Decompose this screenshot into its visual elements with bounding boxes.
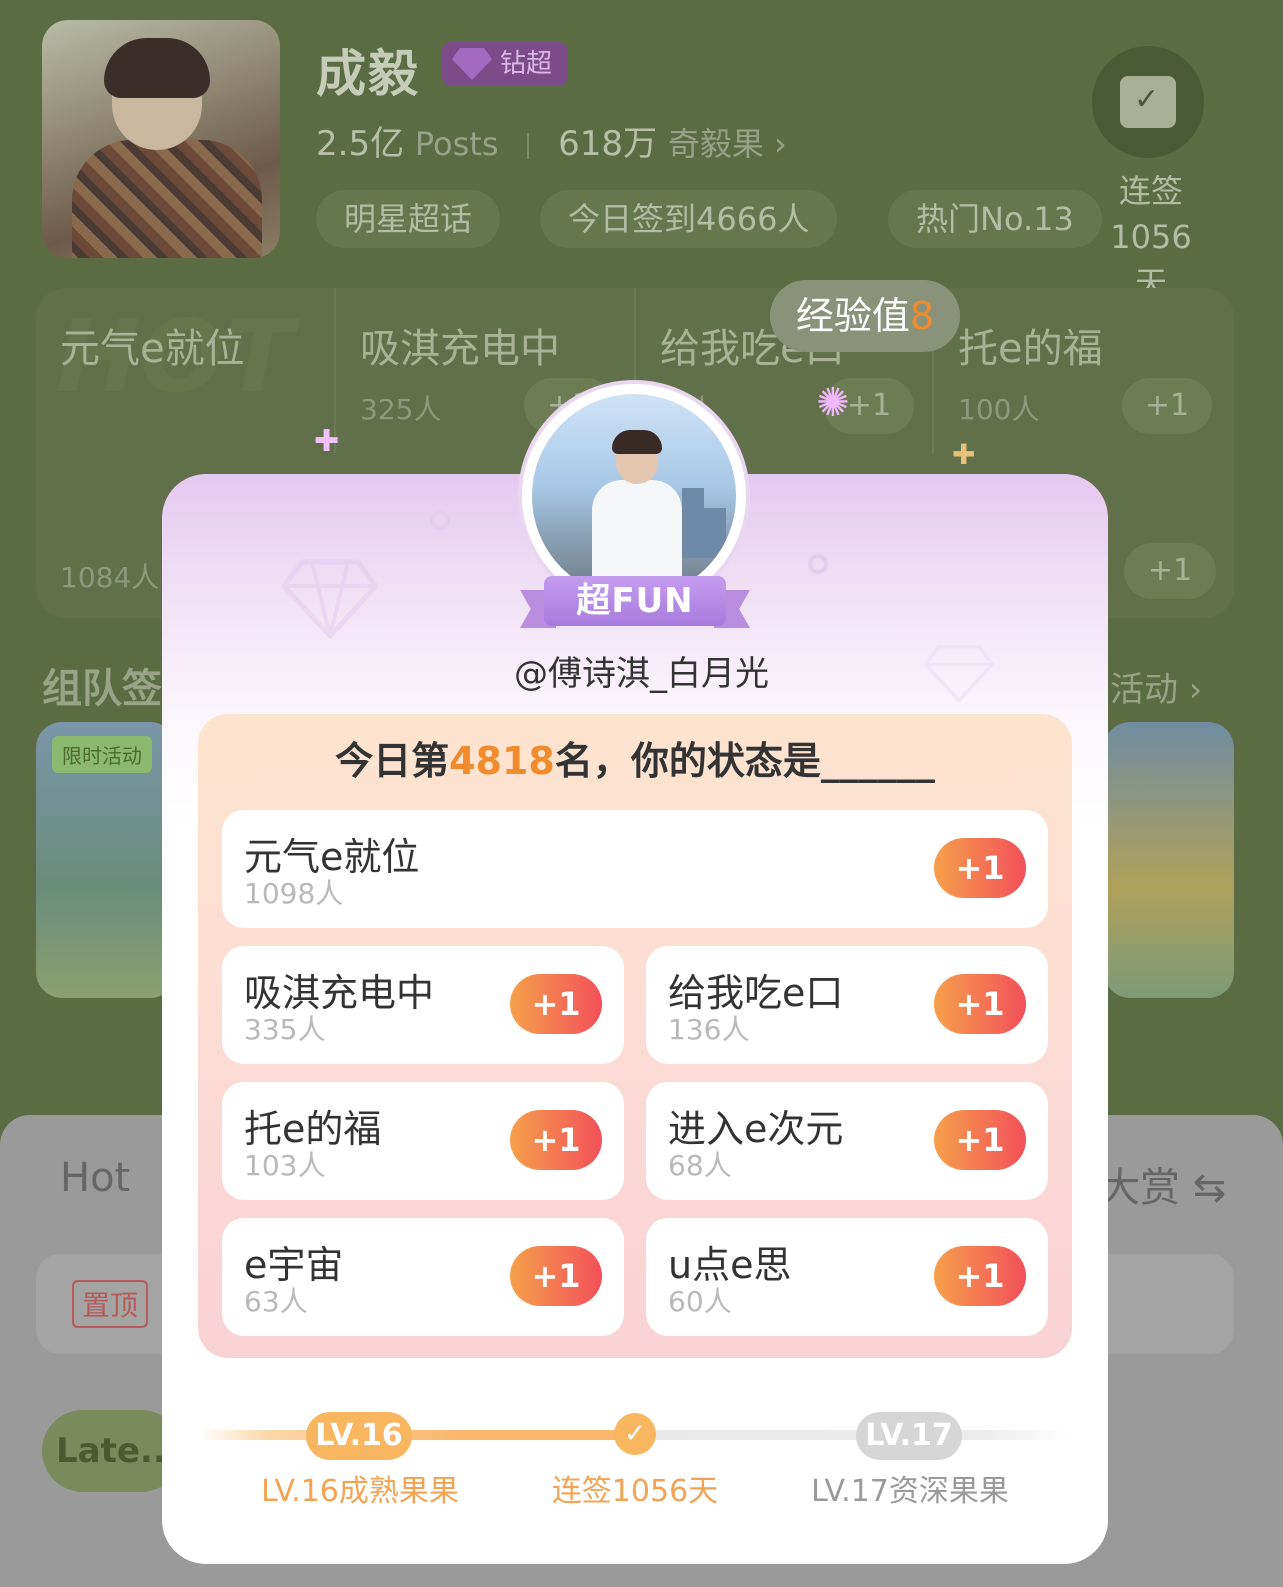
bg-plus-button[interactable]: +1 xyxy=(1124,543,1216,599)
option-count: 103人 xyxy=(244,1149,326,1182)
exp-label: 经验值 xyxy=(795,294,910,338)
star-avatar[interactable] xyxy=(42,20,280,258)
pill-star-topic[interactable]: 明星超话 xyxy=(316,190,501,248)
posts-value: 2.5亿 xyxy=(316,124,405,164)
plus-one-button[interactable]: +1 xyxy=(934,1246,1026,1306)
fans-link[interactable]: 奇毅果 › xyxy=(668,125,787,163)
current-level-chip: LV.16 xyxy=(306,1412,412,1460)
activity-card-left[interactable]: 限时活动 xyxy=(36,722,176,998)
checkin-label: 连签 xyxy=(1118,172,1183,210)
burst-icon: ✺ xyxy=(816,380,850,426)
option-count: 136人 xyxy=(668,1013,750,1046)
question-suffix: 名，你的状态是______ xyxy=(554,739,935,783)
plus-one-button[interactable]: +1 xyxy=(510,1110,602,1170)
current-level-label: LV.16成熟果果 xyxy=(261,1474,459,1509)
diamond-decoration-icon xyxy=(282,559,378,638)
bg-cell-4[interactable]: 托e的福 100人 +1 xyxy=(934,288,1232,453)
option-count: 335人 xyxy=(244,1013,326,1046)
activity-card-right[interactable] xyxy=(1104,722,1234,998)
status-option-3[interactable]: 给我吃e口 136人 +1 xyxy=(646,946,1048,1064)
check-icon: ✓ xyxy=(614,1413,656,1455)
calendar-check-icon xyxy=(1120,76,1176,128)
rank-number: 4818 xyxy=(449,739,555,783)
tab-latest[interactable]: Late.. xyxy=(42,1410,182,1492)
tab-hot[interactable]: Hot xyxy=(60,1155,130,1201)
sparkle-icon: ✚ xyxy=(952,438,976,471)
checkin-button[interactable] xyxy=(1092,46,1204,158)
bg-cell-count: 1084人 xyxy=(60,561,160,594)
streak-label: 连签1056天 xyxy=(551,1474,719,1509)
status-option-7[interactable]: u点e思 60人 +1 xyxy=(646,1218,1048,1336)
sparkle-icon: ✚ xyxy=(314,424,340,459)
stats-line: 2.5亿 Posts 618万 奇毅果 › xyxy=(316,116,787,165)
dot-decoration xyxy=(808,554,828,574)
pill-hot-rank[interactable]: 热门No.13 xyxy=(888,190,1102,248)
username[interactable]: @傅诗淇_白月光 xyxy=(0,646,1283,695)
plus-one-button[interactable]: +1 xyxy=(934,838,1026,898)
plus-one-button[interactable]: +1 xyxy=(510,974,602,1034)
option-count: 63人 xyxy=(244,1285,308,1318)
plus-one-button[interactable]: +1 xyxy=(934,974,1026,1034)
status-option-6[interactable]: e宇宙 63人 +1 xyxy=(222,1218,624,1336)
fun-badge-label: 超FUN xyxy=(544,576,726,626)
status-question: 今日第4818名，你的状态是______ xyxy=(198,730,1072,785)
status-option-1[interactable]: 元气e就位 1098人 +1 xyxy=(222,810,1048,928)
vip-badge: 钻超 xyxy=(442,42,569,86)
bg-plus-button[interactable]: +1 xyxy=(1122,378,1212,434)
bg-cell-count: 100人 xyxy=(958,393,1040,426)
dot-decoration xyxy=(430,510,450,530)
fans-value: 618万 xyxy=(558,124,658,164)
limited-tag: 限时活动 xyxy=(52,736,152,773)
star-name: 成毅 xyxy=(316,45,420,103)
question-prefix: 今日第 xyxy=(335,739,450,783)
fun-badge: 超FUN xyxy=(520,576,750,630)
diamond-icon xyxy=(452,48,492,80)
posts-label: Posts xyxy=(414,125,499,163)
checkin-text: 连签 1056天 xyxy=(1096,168,1206,306)
bg-cell-count: 325人 xyxy=(360,393,442,426)
bg-cell-title: 元气e就位 xyxy=(60,326,245,372)
status-option-4[interactable]: 托e的福 103人 +1 xyxy=(222,1082,624,1200)
plus-one-button[interactable]: +1 xyxy=(934,1110,1026,1170)
bg-cell-1[interactable]: 元气e就位 xyxy=(36,288,334,453)
exp-value: 8 xyxy=(909,294,935,338)
status-option-5[interactable]: 进入e次元 68人 +1 xyxy=(646,1082,1048,1200)
plus-one-button[interactable]: +1 xyxy=(510,1246,602,1306)
pill-checkin-count[interactable]: 今日签到4666人 xyxy=(540,190,838,248)
next-level-chip: LV.17 xyxy=(856,1412,962,1460)
tab-reward[interactable]: 大赏 ⇆ xyxy=(1100,1155,1226,1213)
bg-cell-title: 吸淇充电中 xyxy=(360,326,560,372)
option-count: 60人 xyxy=(668,1285,732,1318)
option-count: 68人 xyxy=(668,1149,732,1182)
status-option-2[interactable]: 吸淇充电中 335人 +1 xyxy=(222,946,624,1064)
stats-divider xyxy=(527,132,530,159)
next-level-label: LV.17资深果果 xyxy=(811,1474,1009,1509)
user-avatar[interactable] xyxy=(532,394,736,598)
vip-badge-label: 钻超 xyxy=(500,49,553,79)
exp-toast: 经验值8 xyxy=(770,280,960,352)
bg-cell-title: 托e的福 xyxy=(958,326,1103,372)
pinned-tag: 置顶 xyxy=(72,1280,149,1328)
option-count: 1098人 xyxy=(244,877,344,910)
